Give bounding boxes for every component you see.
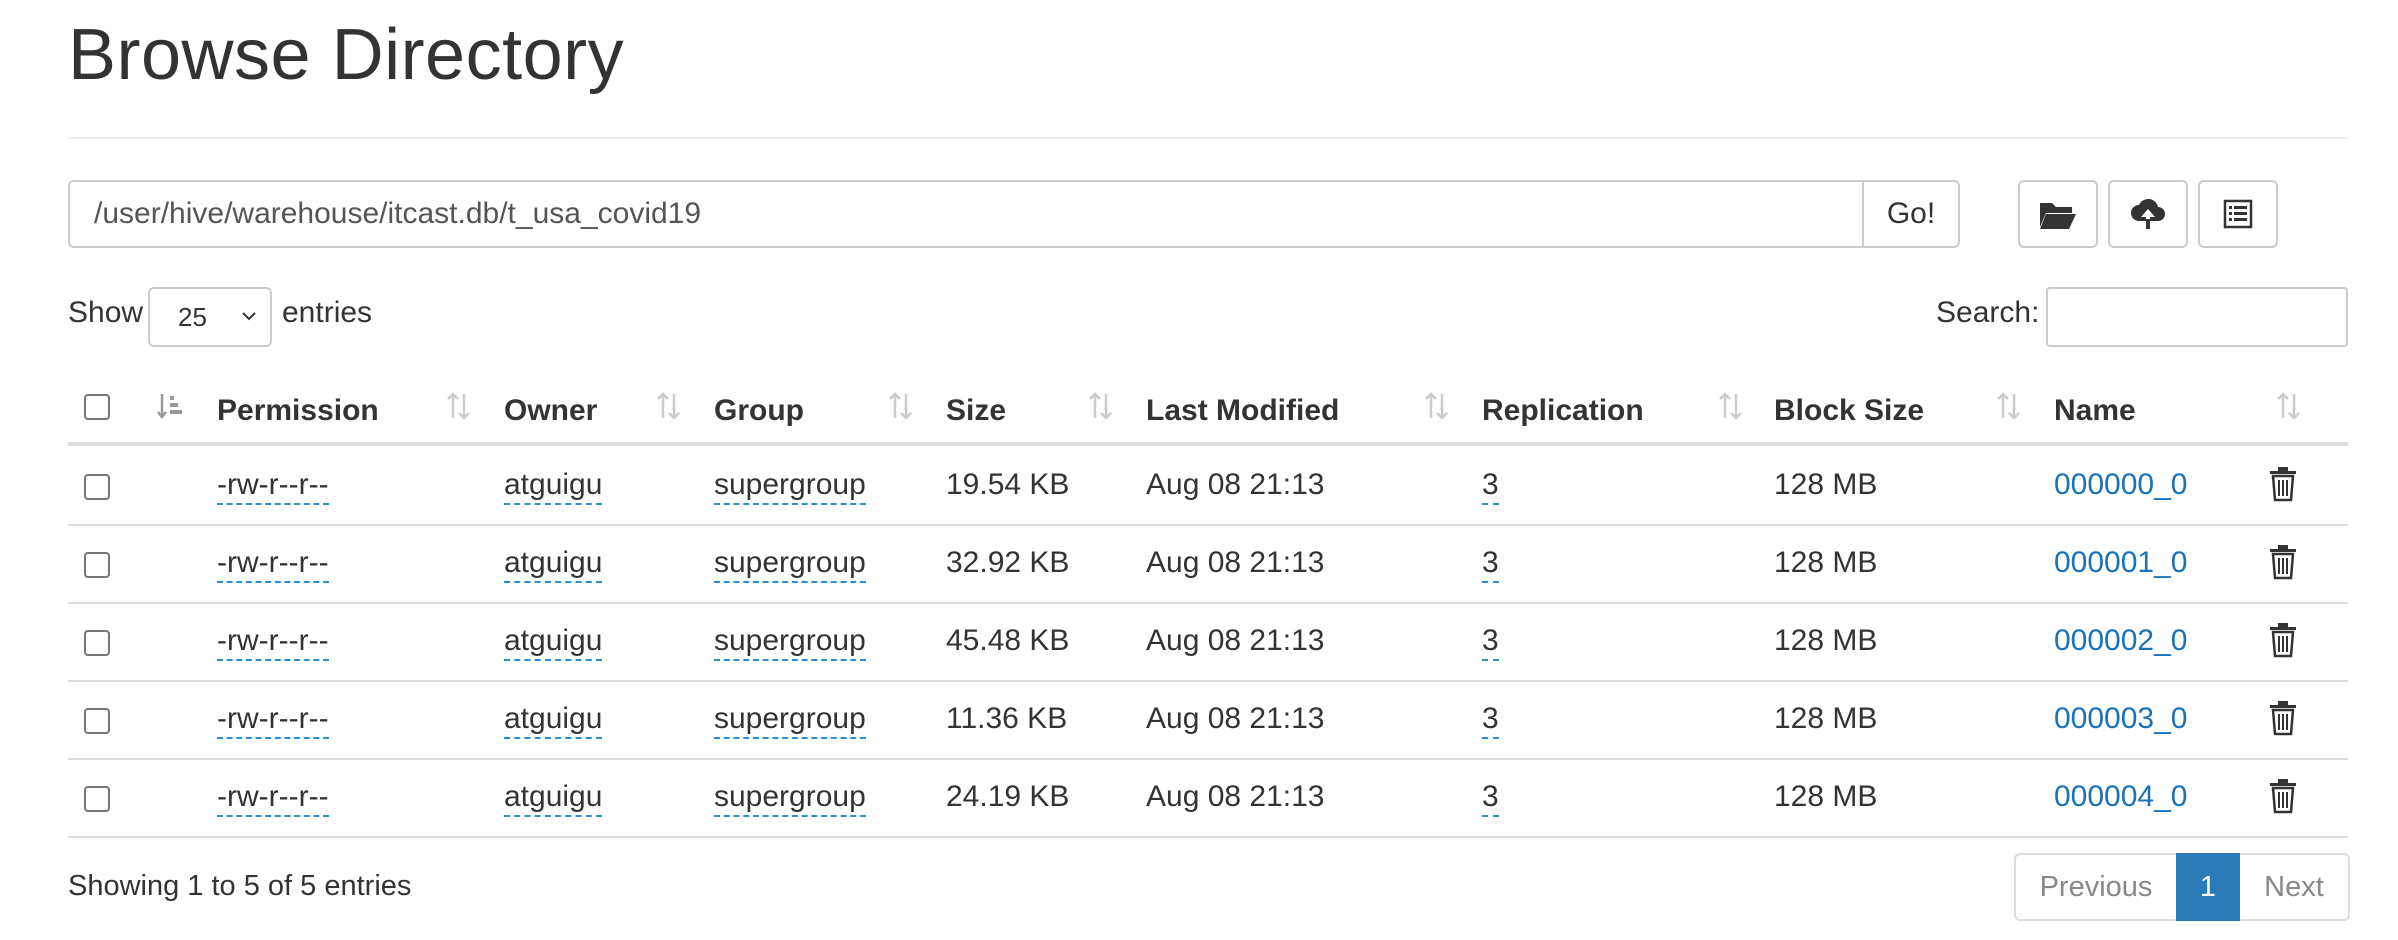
table-row: -rw-r--r-- atguigu supergroup 45.48 KB A… xyxy=(68,604,2348,682)
header-name[interactable]: Name xyxy=(2054,394,2136,428)
header-size[interactable]: Size xyxy=(946,394,1006,428)
owner-cell[interactable]: atguigu xyxy=(504,546,603,583)
row-checkbox[interactable] xyxy=(84,474,110,500)
path-bar: Go! xyxy=(68,180,1960,248)
table-row: -rw-r--r-- atguigu supergroup 11.36 KB A… xyxy=(68,682,2348,760)
directory-path-input[interactable] xyxy=(68,180,1862,248)
block-size-cell: 128 MB xyxy=(1774,624,1878,657)
block-size-cell: 128 MB xyxy=(1774,780,1878,813)
sort-icon[interactable] xyxy=(1422,390,1452,424)
page-title: Browse Directory xyxy=(68,15,625,95)
file-name-link[interactable]: 000002_0 xyxy=(2054,624,2187,658)
group-cell[interactable]: supergroup xyxy=(714,780,866,817)
sort-ascending-icon[interactable] xyxy=(156,390,186,424)
header-group[interactable]: Group xyxy=(714,394,804,428)
permission-cell[interactable]: -rw-r--r-- xyxy=(217,468,329,505)
select-all-checkbox[interactable] xyxy=(84,394,110,420)
sort-icon[interactable] xyxy=(1716,390,1746,424)
group-cell[interactable]: supergroup xyxy=(714,468,866,505)
permission-cell[interactable]: -rw-r--r-- xyxy=(217,702,329,739)
next-page-button[interactable]: Next xyxy=(2240,853,2350,921)
header-permission[interactable]: Permission xyxy=(217,394,379,428)
owner-cell[interactable]: atguigu xyxy=(504,780,603,817)
trash-icon[interactable] xyxy=(2268,622,2298,658)
folder-open-icon xyxy=(2040,203,2076,229)
title-divider xyxy=(68,137,2348,139)
sort-icon[interactable] xyxy=(444,390,474,424)
search-label: Search: xyxy=(1936,296,2040,329)
sort-icon[interactable] xyxy=(1086,390,1116,424)
row-checkbox[interactable] xyxy=(84,708,110,734)
size-cell: 19.54 KB xyxy=(946,468,1070,501)
browse-directory-page: Browse Directory Go! Show 25 en xyxy=(0,0,2398,940)
file-name-link[interactable]: 000001_0 xyxy=(2054,546,2187,580)
size-cell: 24.19 KB xyxy=(946,780,1070,813)
table-info: Showing 1 to 5 of 5 entries xyxy=(68,870,412,902)
file-name-link[interactable]: 000003_0 xyxy=(2054,702,2187,736)
row-checkbox[interactable] xyxy=(84,552,110,578)
file-name-link[interactable]: 000000_0 xyxy=(2054,468,2187,502)
previous-page-button[interactable]: Previous xyxy=(2014,853,2176,921)
trash-icon[interactable] xyxy=(2268,544,2298,580)
cloud-upload-icon xyxy=(2131,198,2165,229)
trash-icon[interactable] xyxy=(2268,700,2298,736)
block-size-cell: 128 MB xyxy=(1774,546,1878,579)
last-modified-cell: Aug 08 21:13 xyxy=(1146,702,1325,735)
entries-label: entries xyxy=(282,296,373,329)
file-name-link[interactable]: 000004_0 xyxy=(2054,780,2187,814)
cut-paste-button[interactable] xyxy=(2198,180,2278,248)
search-input[interactable] xyxy=(2046,287,2348,347)
owner-cell[interactable]: atguigu xyxy=(504,702,603,739)
group-cell[interactable]: supergroup xyxy=(714,624,866,661)
last-modified-cell: Aug 08 21:13 xyxy=(1146,780,1325,813)
trash-icon[interactable] xyxy=(2268,466,2298,502)
block-size-cell: 128 MB xyxy=(1774,468,1878,501)
header-block-size[interactable]: Block Size xyxy=(1774,394,1924,428)
last-modified-cell: Aug 08 21:13 xyxy=(1146,468,1325,501)
list-icon xyxy=(2223,199,2253,229)
group-cell[interactable]: supergroup xyxy=(714,702,866,739)
replication-cell[interactable]: 3 xyxy=(1482,780,1499,817)
table-row: -rw-r--r-- atguigu supergroup 19.54 KB A… xyxy=(68,448,2348,526)
replication-cell[interactable]: 3 xyxy=(1482,702,1499,739)
permission-cell[interactable]: -rw-r--r-- xyxy=(217,546,329,583)
size-cell: 45.48 KB xyxy=(946,624,1070,657)
sort-icon[interactable] xyxy=(886,390,916,424)
last-modified-cell: Aug 08 21:13 xyxy=(1146,546,1325,579)
show-label: Show xyxy=(68,296,144,329)
replication-cell[interactable]: 3 xyxy=(1482,624,1499,661)
header-owner[interactable]: Owner xyxy=(504,394,597,428)
sort-icon[interactable] xyxy=(654,390,684,424)
group-cell[interactable]: supergroup xyxy=(714,546,866,583)
size-cell: 11.36 KB xyxy=(946,702,1068,735)
last-modified-cell: Aug 08 21:13 xyxy=(1146,624,1325,657)
entries-per-page-value: 25 xyxy=(178,301,207,332)
entries-per-page-select[interactable]: 25 xyxy=(148,287,272,347)
owner-cell[interactable]: atguigu xyxy=(504,624,603,661)
table-header: Permission Owner Group Size Last Modifie… xyxy=(68,372,2348,446)
replication-cell[interactable]: 3 xyxy=(1482,468,1499,505)
trash-icon[interactable] xyxy=(2268,778,2298,814)
table-row: -rw-r--r-- atguigu supergroup 32.92 KB A… xyxy=(68,526,2348,604)
owner-cell[interactable]: atguigu xyxy=(504,468,603,505)
chevron-down-icon xyxy=(242,312,256,321)
replication-cell[interactable]: 3 xyxy=(1482,546,1499,583)
create-directory-button[interactable] xyxy=(2018,180,2098,248)
size-cell: 32.92 KB xyxy=(946,546,1070,579)
sort-icon[interactable] xyxy=(2274,390,2304,424)
row-checkbox[interactable] xyxy=(84,630,110,656)
row-checkbox[interactable] xyxy=(84,786,110,812)
block-size-cell: 128 MB xyxy=(1774,702,1878,735)
upload-button[interactable] xyxy=(2108,180,2188,248)
go-button[interactable]: Go! xyxy=(1862,180,1960,248)
table-row: -rw-r--r-- atguigu supergroup 24.19 KB A… xyxy=(68,760,2348,838)
sort-icon[interactable] xyxy=(1994,390,2024,424)
permission-cell[interactable]: -rw-r--r-- xyxy=(217,624,329,661)
page-1-button[interactable]: 1 xyxy=(2176,853,2240,921)
header-last-modified[interactable]: Last Modified xyxy=(1146,394,1339,428)
header-replication[interactable]: Replication xyxy=(1482,394,1644,428)
pagination: Previous 1 Next xyxy=(2014,853,2350,921)
permission-cell[interactable]: -rw-r--r-- xyxy=(217,780,329,817)
